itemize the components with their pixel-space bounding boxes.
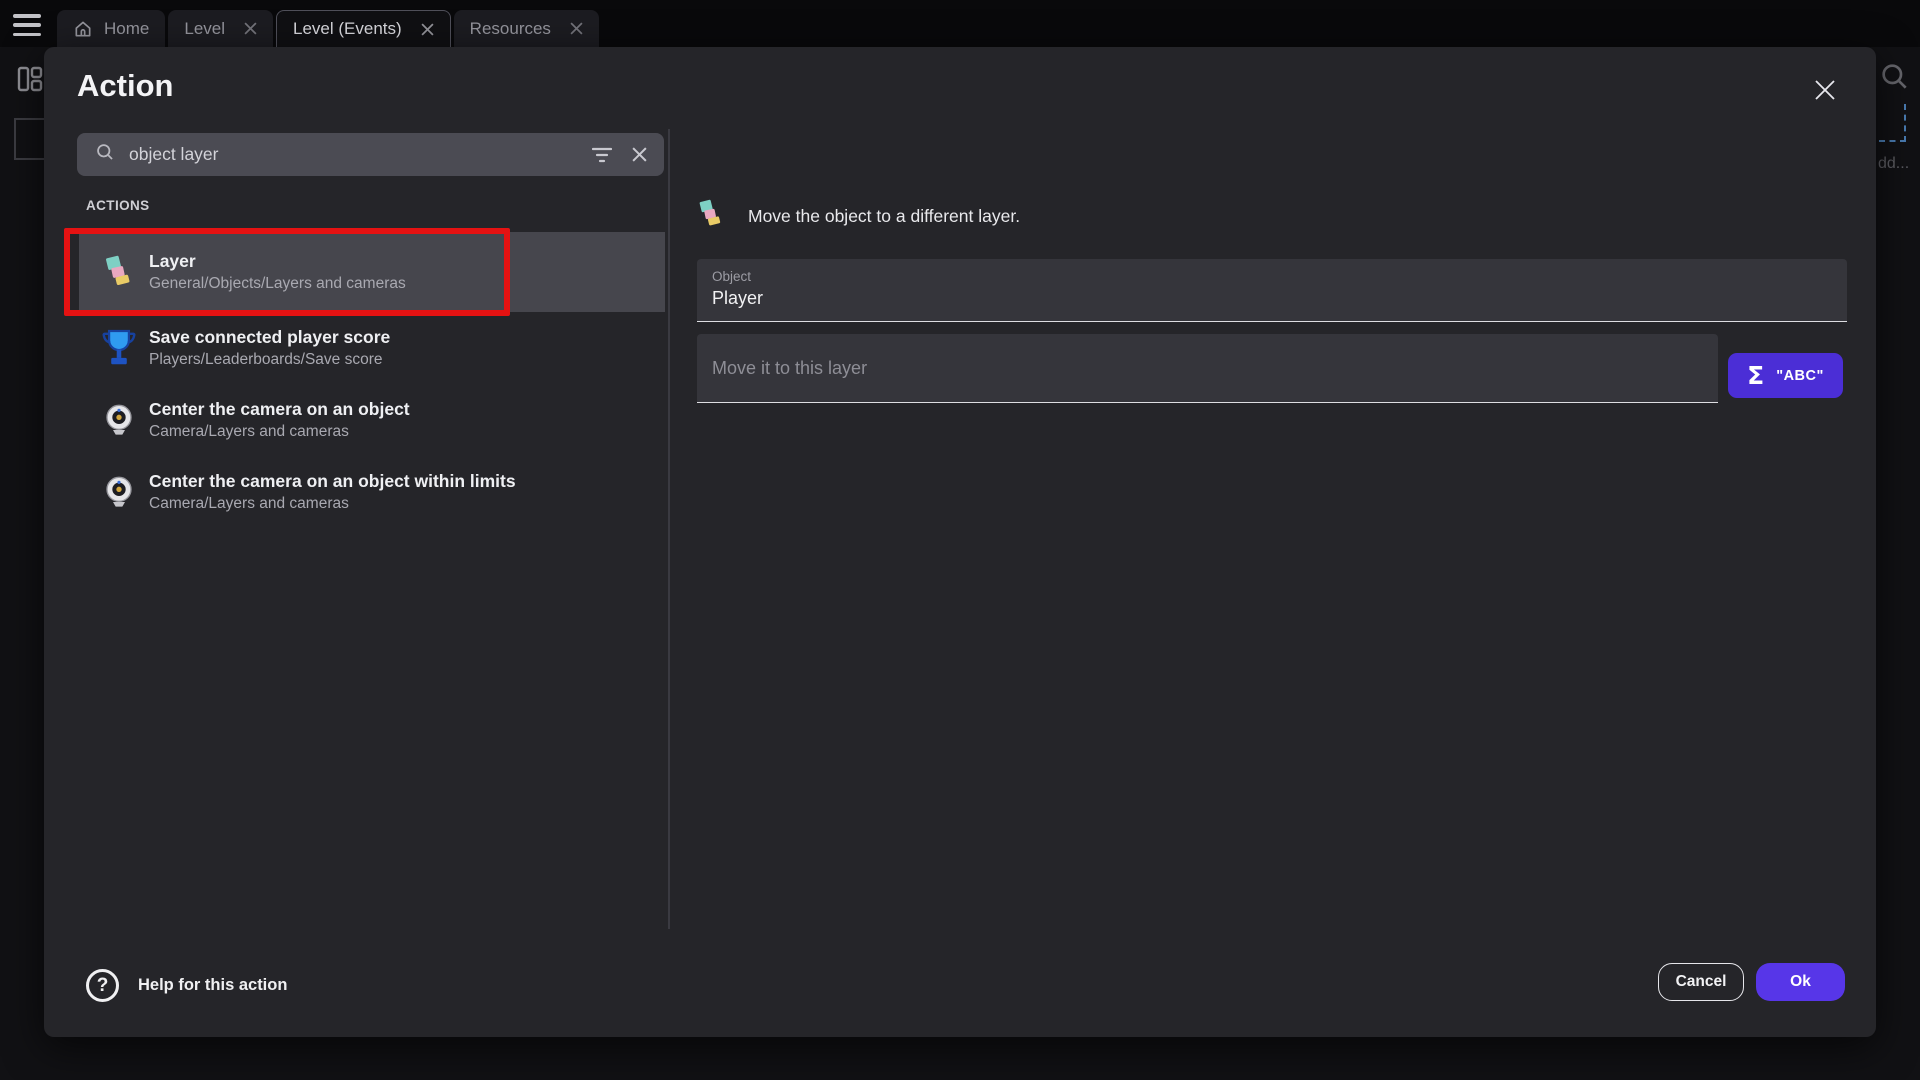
clear-search-icon[interactable] (631, 146, 648, 163)
webcam-icon (100, 402, 138, 438)
action-path: General/Objects/Layers and cameras (149, 273, 406, 294)
action-title: Center the camera on an object (149, 398, 410, 421)
action-path: Players/Leaderboards/Save score (149, 349, 390, 370)
ok-button[interactable]: Ok (1756, 963, 1845, 1001)
sigma-icon: Σ (1747, 361, 1764, 390)
action-list-item-center-camera[interactable]: Center the camera on an object Camera/La… (79, 384, 665, 456)
action-title: Layer (149, 250, 406, 273)
home-icon (73, 19, 93, 39)
filter-icon[interactable] (592, 147, 612, 163)
trophy-icon (100, 328, 138, 368)
action-description: Move the object to a different layer. (748, 206, 1020, 227)
webcam-icon (100, 474, 138, 510)
tab-label: Resources (470, 19, 551, 39)
actions-section-label: ACTIONS (86, 198, 150, 213)
expression-button-label: "ABC" (1776, 368, 1824, 384)
pane-divider (668, 129, 670, 929)
object-field-value: Player (712, 288, 1832, 309)
action-path: Camera/Layers and cameras (149, 493, 516, 514)
tab-level-events[interactable]: Level (Events) (276, 10, 451, 47)
tab-level[interactable]: Level (168, 10, 273, 47)
dialog-title: Action (77, 68, 173, 104)
dialog-close-icon[interactable] (1808, 73, 1842, 107)
search-icon[interactable] (1879, 61, 1911, 98)
action-path: Camera/Layers and cameras (149, 421, 410, 442)
search-input[interactable] (129, 144, 459, 165)
selection-marquee-fragment (1879, 104, 1906, 142)
action-list: Layer General/Objects/Layers and cameras… (79, 232, 665, 528)
action-title: Save connected player score (149, 326, 390, 349)
action-detail-pane: Move the object to a different layer. Ob… (697, 199, 1847, 233)
object-field-label: Object (712, 269, 1832, 284)
help-label: Help for this action (138, 976, 287, 995)
tab-label: Level (184, 19, 225, 39)
help-icon: ? (86, 969, 119, 1002)
help-link[interactable]: ? Help for this action (86, 969, 287, 1002)
search-icon (95, 142, 116, 168)
layers-icon (697, 198, 725, 235)
action-dialog: Action ACTIONS (44, 47, 1876, 1037)
cancel-button[interactable]: Cancel (1658, 963, 1744, 1001)
layer-input[interactable] (712, 358, 1703, 379)
expression-editor-button[interactable]: Σ "ABC" (1728, 353, 1843, 398)
tab-close-icon[interactable] (244, 22, 257, 35)
truncated-add-text: dd... (1878, 155, 1909, 173)
top-bar: Home Level Level (Events) Resources (0, 0, 1920, 47)
hamburger-menu-icon[interactable] (13, 14, 41, 36)
tab-label: Home (104, 19, 149, 39)
background-panel-fragment (14, 118, 48, 160)
object-field[interactable]: Object Player (697, 259, 1847, 322)
action-search-bar (77, 133, 664, 176)
tab-close-icon[interactable] (421, 23, 434, 36)
action-list-item-layer[interactable]: Layer General/Objects/Layers and cameras (79, 232, 665, 312)
layer-field (697, 334, 1718, 403)
layers-icon (100, 254, 138, 290)
tab-label: Level (Events) (293, 19, 402, 39)
action-title: Center the camera on an object within li… (149, 470, 516, 493)
tab-home[interactable]: Home (57, 10, 165, 47)
tab-resources[interactable]: Resources (454, 10, 599, 47)
tab-bar: Home Level Level (Events) Resources (57, 10, 599, 47)
action-list-item-center-camera-limits[interactable]: Center the camera on an object within li… (79, 456, 665, 528)
tab-close-icon[interactable] (570, 22, 583, 35)
action-list-item-save-score[interactable]: Save connected player score Players/Lead… (79, 312, 665, 384)
layout-panels-icon (17, 66, 43, 97)
